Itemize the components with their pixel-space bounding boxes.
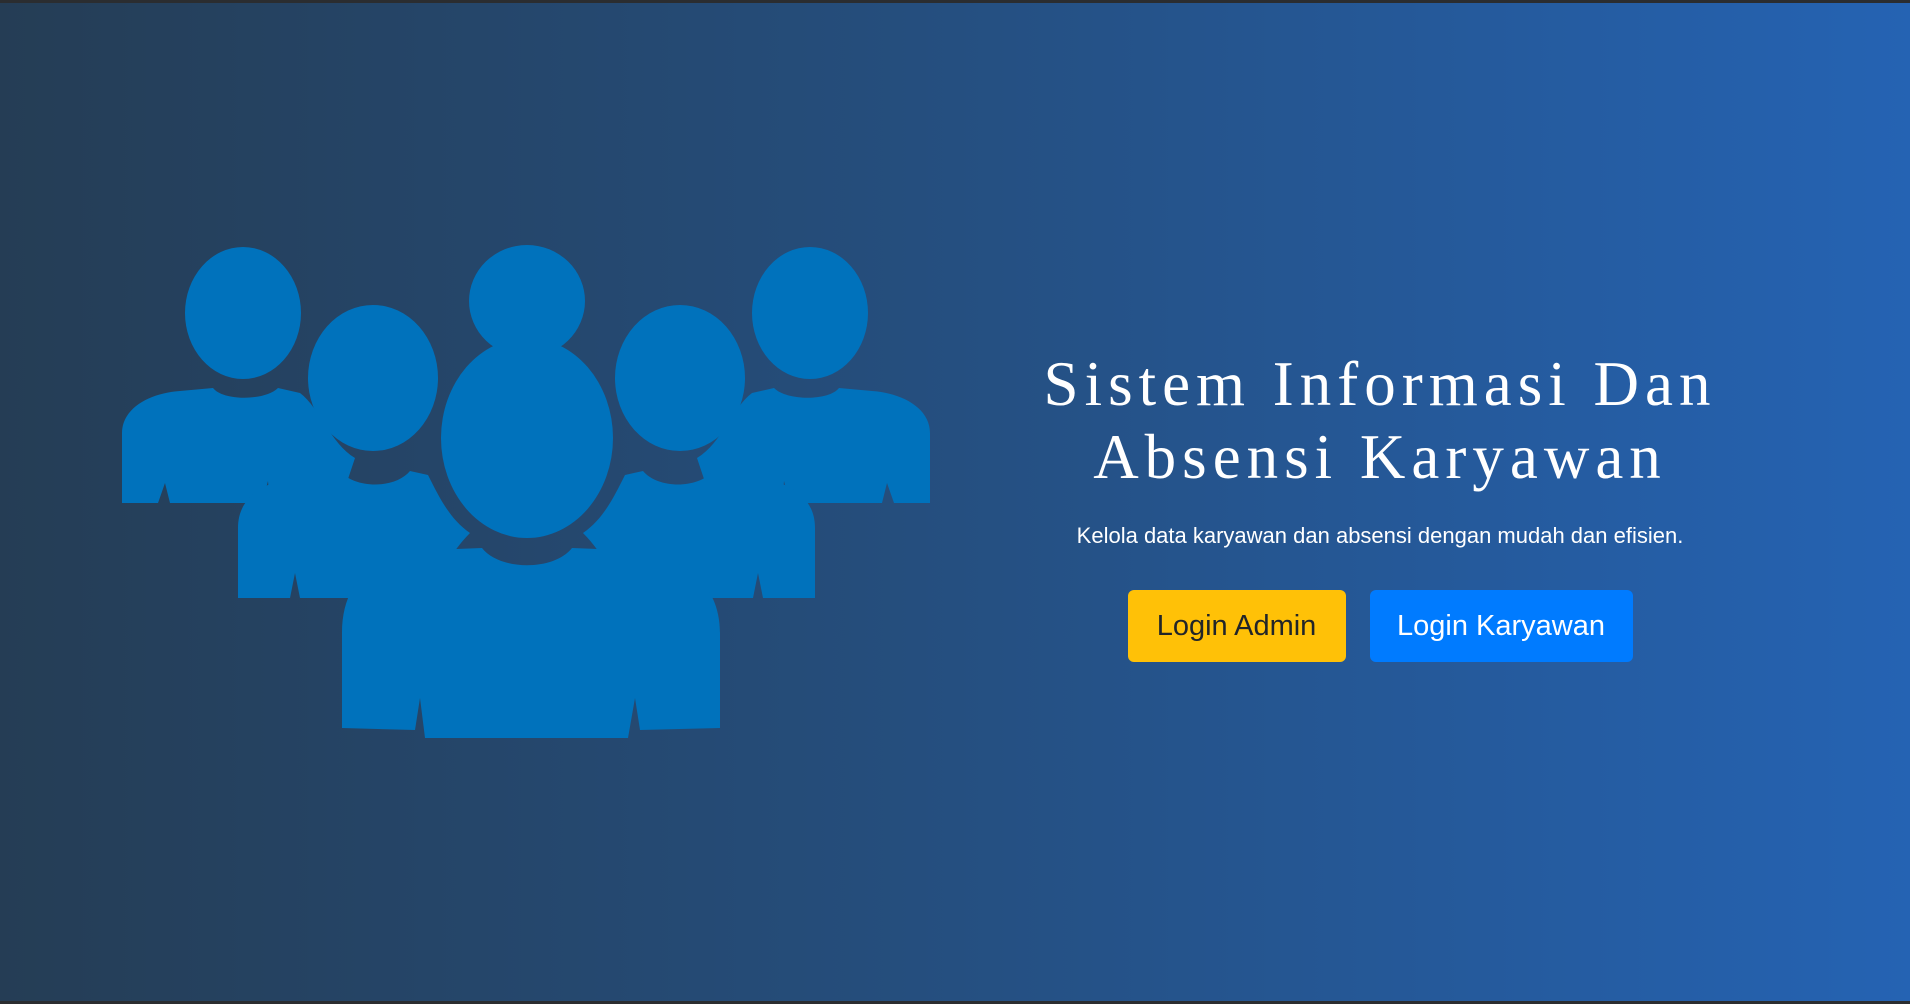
landing-page: Sistem Informasi Dan Absensi Karyawan Ke… — [0, 3, 1910, 1001]
login-buttons: Login Admin Login Karyawan — [980, 590, 1780, 662]
title-line-2: Absensi Karyawan — [1093, 422, 1667, 492]
page-title: Sistem Informasi Dan Absensi Karyawan — [980, 348, 1780, 494]
login-karyawan-button[interactable]: Login Karyawan — [1369, 590, 1633, 662]
users-group-icon — [110, 243, 940, 743]
page-subtitle: Kelola data karyawan dan absensi dengan … — [1076, 523, 1684, 548]
login-admin-button[interactable]: Login Admin — [1127, 590, 1346, 662]
title-line-1: Sistem Informasi Dan — [1043, 349, 1717, 419]
hero-text: Sistem Informasi Dan Absensi Karyawan Ke… — [980, 348, 1780, 662]
